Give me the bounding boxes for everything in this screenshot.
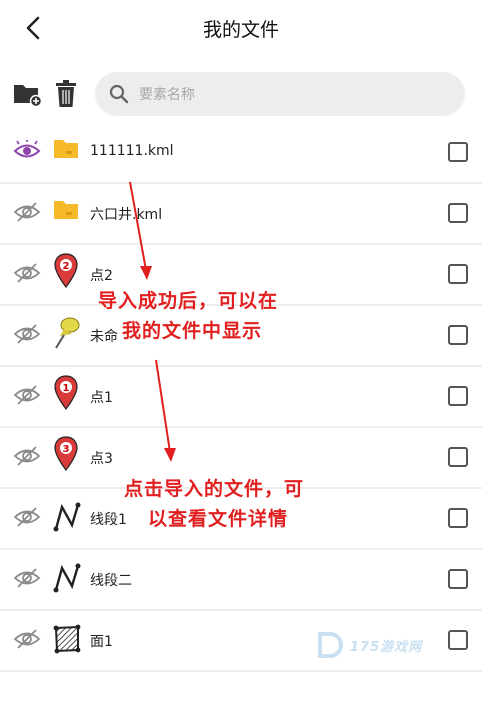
item-label: 线段1 [90,512,127,528]
item-checkbox[interactable] [448,264,468,284]
page-title: 我的文件 [202,19,279,41]
eye-hidden-icon[interactable] [13,628,41,650]
folder-icon [54,201,78,219]
map-marker-1-icon: 1 [54,375,78,410]
annotation-line: 点击导入的文件，可 [124,478,305,500]
item-label: 线段二 [90,573,132,589]
search-bar[interactable] [95,72,465,116]
item-checkbox[interactable] [448,203,468,223]
item-label: 点1 [90,390,113,406]
item-label: 111111.kml [90,143,174,159]
svg-text:3: 3 [63,444,70,455]
watermark-text: 175游戏网 [350,640,423,655]
item-checkbox[interactable] [448,508,468,528]
item-checkbox[interactable] [448,630,468,650]
watermark-logo: 175游戏网 [316,630,436,660]
search-input[interactable] [137,82,441,108]
map-marker-2-icon: 2 [54,253,78,288]
polygon-icon [53,624,81,654]
eye-hidden-icon[interactable] [13,262,41,284]
item-checkbox[interactable] [448,447,468,467]
eye-hidden-icon[interactable] [13,445,41,467]
eye-hidden-icon[interactable] [13,506,41,528]
annotation-line: 以查看文件详情 [148,508,289,530]
add-folder-icon[interactable] [12,80,42,108]
list-item-point-1[interactable]: 1 点1 [0,367,482,428]
annotation-line: 我的文件中显示 [122,320,263,342]
trash-icon[interactable] [55,80,77,108]
item-checkbox[interactable] [448,569,468,589]
pushpin-icon [55,317,80,349]
app-header: 我的文件 [0,0,482,56]
item-label: 六口井.kml [90,207,163,223]
annotation-view-details: 点击导入的文件，可 以查看文件详情 [124,474,304,534]
list-item-file-111111[interactable]: 111111.kml [0,123,482,184]
watermark-icon [318,632,343,658]
list-item-file-liukoujing[interactable]: 六口井.kml [0,184,482,245]
folder-icon [54,140,78,158]
item-checkbox[interactable] [448,386,468,406]
eye-hidden-icon[interactable] [13,384,41,406]
item-label: 面1 [90,634,113,650]
item-checkbox[interactable] [448,142,468,162]
toolbar [0,66,482,122]
list-item-line-2[interactable]: 线段二 [0,550,482,611]
eye-visible-icon[interactable] [13,140,41,162]
eye-hidden-icon[interactable] [13,567,41,589]
item-label: 点3 [90,451,113,467]
svg-text:1: 1 [63,383,70,394]
item-label: 点2 [90,268,113,284]
svg-text:2: 2 [63,261,70,272]
polyline-icon [53,502,81,532]
item-checkbox[interactable] [448,325,468,345]
annotation-import-success: 导入成功后，可以在 我的文件中显示 [98,286,278,346]
search-icon [109,84,129,104]
polyline-icon [53,563,81,593]
map-marker-3-icon: 3 [54,436,78,471]
annotation-line: 导入成功后，可以在 [98,290,279,312]
file-list: 111111.kml 六口井.kml 2 点2 未命 1 点1 3 点3 线段1… [0,123,482,672]
eye-hidden-icon[interactable] [13,323,41,345]
eye-hidden-icon[interactable] [13,201,41,223]
